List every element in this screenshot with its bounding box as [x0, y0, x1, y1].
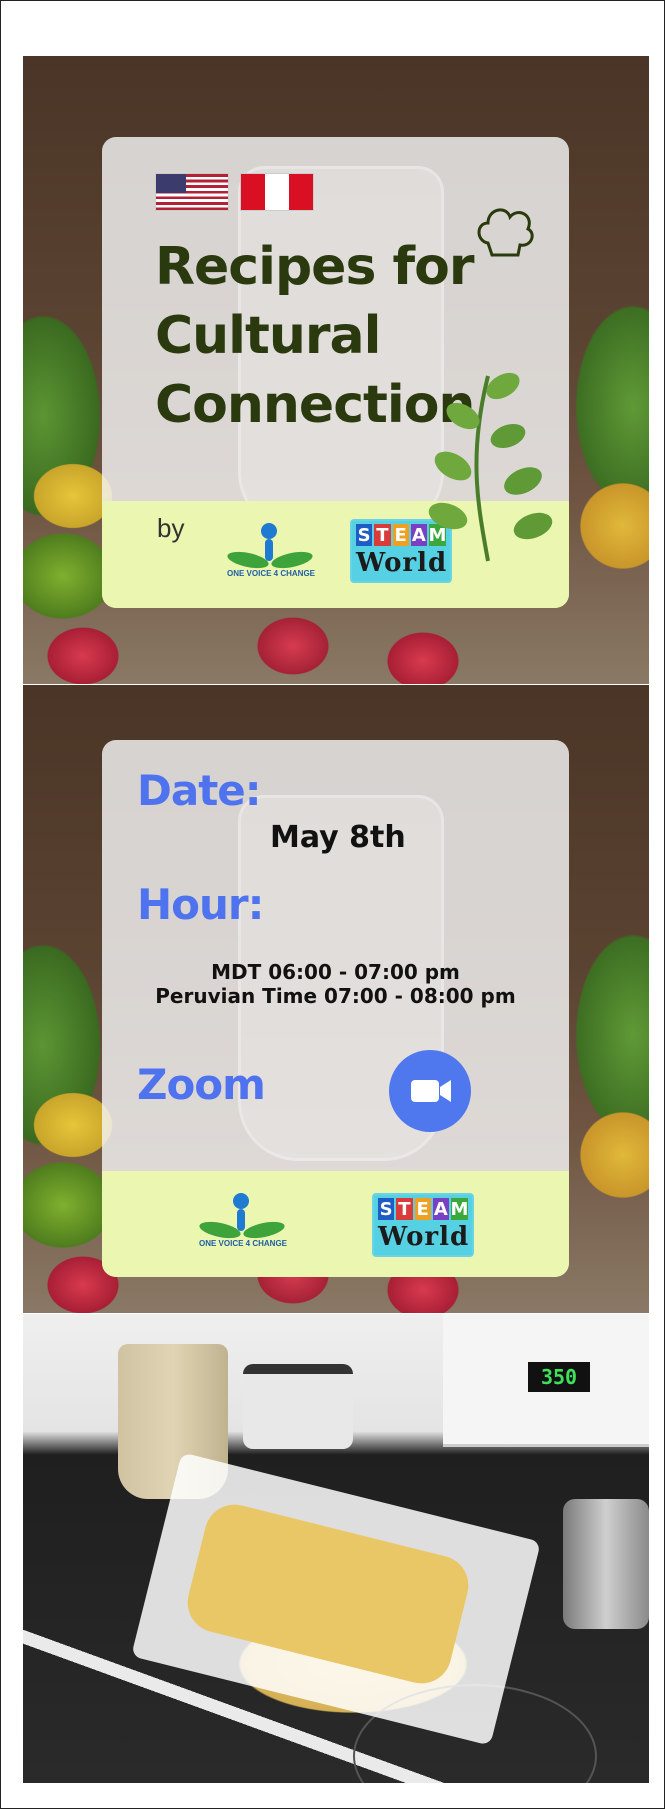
- date-label: Date:: [137, 766, 262, 815]
- hour-label: Hour:: [137, 880, 264, 929]
- steam-letter: T: [396, 1198, 413, 1220]
- by-label: by: [157, 513, 185, 543]
- event-card: Date: May 8th Hour: MDT 06:00 - 07:00 pm…: [102, 740, 569, 1277]
- steam-letter: E: [414, 1198, 431, 1220]
- hour-mdt: MDT 06:00 - 07:00 pm: [211, 960, 460, 984]
- steam-world-text: World: [378, 1222, 470, 1252]
- video-camera-icon: [411, 1080, 451, 1102]
- hour-value: MDT 06:00 - 07:00 pm Peruvian Time 07:00…: [102, 960, 569, 1008]
- us-flag-icon: [155, 173, 229, 211]
- kitchen-photo-panel: 350: [23, 1314, 649, 1783]
- zoom-label: Zoom: [137, 1060, 266, 1109]
- one-voice-logo-text: ONE VOICE 4 CHANGE: [226, 569, 315, 578]
- steam-letter: A: [432, 1198, 449, 1220]
- saucepan: [563, 1499, 649, 1629]
- steam-letter: E: [392, 524, 409, 546]
- oven-temperature-display: 350: [528, 1362, 590, 1392]
- steam-letter: S: [378, 1198, 395, 1220]
- toaster: [243, 1364, 353, 1449]
- herb-sprig-icon: [428, 372, 553, 562]
- one-voice-logo-text: ONE VOICE 4 CHANGE: [198, 1239, 287, 1248]
- title-flyer-panel: Recipes for Cultural Connection by ONE V…: [23, 56, 649, 684]
- hour-peru: Peruvian Time 07:00 - 08:00 pm: [155, 984, 516, 1008]
- event-card-footer: ONE VOICE 4 CHANGE S T E A M World: [102, 1171, 569, 1277]
- zoom-icon: [389, 1050, 471, 1132]
- event-details-panel: Date: May 8th Hour: MDT 06:00 - 07:00 pm…: [23, 685, 649, 1313]
- one-voice-4-change-logo: ONE VOICE 4 CHANGE: [225, 523, 315, 585]
- steam-letter: T: [374, 524, 391, 546]
- peru-flag-icon: [240, 173, 314, 211]
- steam-world-logo: S T E A M World: [372, 1193, 474, 1257]
- one-voice-4-change-logo: ONE VOICE 4 CHANGE: [197, 1193, 287, 1255]
- date-value: May 8th: [270, 820, 406, 855]
- steam-letter: M: [450, 1198, 469, 1220]
- steam-letter: S: [356, 524, 373, 546]
